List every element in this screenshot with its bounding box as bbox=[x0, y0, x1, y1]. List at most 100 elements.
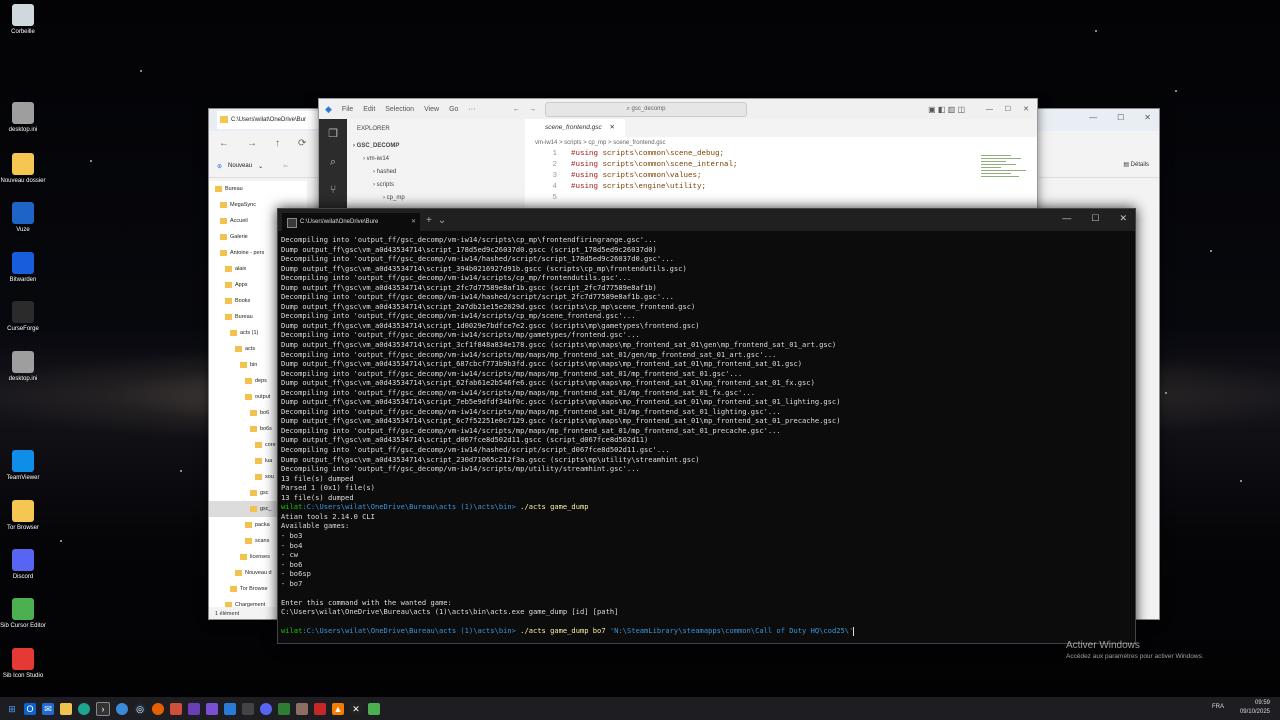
app-icon[interactable] bbox=[314, 702, 326, 715]
file-tree-item-label: hashed bbox=[376, 169, 397, 175]
tree-item[interactable]: Bureau bbox=[209, 181, 307, 197]
maximize-button[interactable]: ☐ bbox=[1117, 113, 1124, 122]
layout-icons[interactable]: ▣ ◧ ▥ ◫ bbox=[928, 105, 965, 114]
menu-item[interactable]: File bbox=[342, 106, 353, 113]
desktop-shortcut[interactable]: desktop.ini bbox=[0, 351, 46, 382]
editor-tab[interactable]: scene_frontend.gsc ✕ bbox=[525, 119, 625, 137]
desktop-shortcut[interactable]: Corbeille bbox=[0, 4, 46, 35]
terminal-line: Decompiling into 'output_ff/gsc_decomp/v… bbox=[281, 425, 781, 435]
minimap[interactable] bbox=[981, 153, 1031, 213]
line-number: 1 bbox=[552, 150, 557, 158]
clock[interactable]: 09:59 09/10/2025 bbox=[1240, 699, 1270, 717]
language-indicator[interactable]: FRA bbox=[1212, 704, 1224, 710]
steam-icon[interactable]: ◎ bbox=[134, 702, 146, 715]
new-tab-button[interactable]: + bbox=[426, 215, 432, 226]
app-icon[interactable] bbox=[278, 702, 290, 715]
desktop-shortcut[interactable]: Bitwarden bbox=[0, 252, 46, 283]
desktop-shortcut[interactable]: Tor Browser bbox=[0, 500, 46, 531]
source-control-icon[interactable]: ⑂ bbox=[326, 183, 340, 197]
details-button[interactable]: ▤ Détails bbox=[1123, 161, 1149, 168]
vscode-titlebar: ◆ File Edit Selection View Go ··· ← → ⌕ gsc_d… bbox=[319, 99, 1037, 119]
minimize-button[interactable]: — bbox=[1089, 113, 1097, 122]
app-icon[interactable] bbox=[242, 702, 254, 715]
tree-item-label: scans bbox=[255, 538, 270, 544]
prompt-line[interactable]: wilat:C:\Users\wilat\OneDrive\Bureau\act… bbox=[281, 626, 1135, 636]
back-arrow-icon[interactable]: ← bbox=[513, 106, 520, 113]
editor-tab-label: scene_frontend.gsc bbox=[545, 124, 602, 131]
up-arrow-icon[interactable]: ↑ bbox=[275, 138, 280, 149]
menu-item[interactable]: Selection bbox=[385, 106, 414, 113]
explorer-icon[interactable]: ❐ bbox=[326, 127, 340, 141]
minimize-button[interactable]: — bbox=[986, 106, 993, 113]
details-label: Détails bbox=[1130, 162, 1149, 168]
firefox-icon[interactable] bbox=[152, 702, 164, 715]
terminal-icon[interactable]: › bbox=[96, 701, 110, 716]
close-button[interactable]: ✕ bbox=[1023, 105, 1029, 113]
command-center-search[interactable]: ⌕ gsc_decomp bbox=[545, 102, 747, 117]
chrome-icon[interactable] bbox=[116, 702, 128, 715]
desktop-shortcut[interactable]: CurseForge bbox=[0, 301, 46, 332]
maximize-button[interactable]: ☐ bbox=[1005, 105, 1011, 113]
close-icon[interactable]: ✕ bbox=[610, 124, 615, 131]
file-tree-item[interactable]: › vm-iw14 bbox=[347, 153, 525, 166]
refresh-icon[interactable]: ⟳ bbox=[298, 138, 306, 149]
menu-item[interactable]: ··· bbox=[468, 106, 475, 113]
tree-item-label: acts (1) bbox=[240, 330, 259, 336]
desktop-shortcut[interactable]: TeamViewer bbox=[0, 450, 46, 481]
folder-icon bbox=[220, 233, 227, 240]
start-icon[interactable]: ⊞ bbox=[6, 703, 18, 715]
vlc-icon[interactable]: ▲ bbox=[332, 702, 344, 715]
code-editor[interactable]: 1 #using scripts\common\scene_debug; 2 #usi… bbox=[525, 149, 1037, 204]
desktop-shortcut[interactable]: Nouveau dossier bbox=[0, 153, 46, 184]
menu-item[interactable]: View bbox=[424, 106, 439, 113]
file-tree-item[interactable]: › cp_mp bbox=[347, 192, 525, 205]
new-button[interactable]: Nouveau bbox=[228, 163, 252, 169]
code-keyword: #using bbox=[571, 172, 599, 180]
file-tree-item[interactable]: › scripts bbox=[347, 179, 525, 192]
minimize-button[interactable]: — bbox=[1062, 213, 1071, 224]
file-icon bbox=[12, 351, 34, 373]
terminal-output[interactable]: Decompiling into 'output_ff/gsc_decomp/v… bbox=[278, 231, 1135, 636]
line-number: 3 bbox=[552, 172, 557, 180]
explorer-icon[interactable] bbox=[60, 702, 72, 715]
folder-icon bbox=[220, 201, 227, 208]
cut-icon[interactable]: ✂ bbox=[283, 163, 288, 170]
discord-icon[interactable] bbox=[260, 702, 272, 715]
forward-arrow-icon[interactable]: → bbox=[247, 138, 257, 149]
app-icon[interactable] bbox=[296, 702, 308, 715]
desktop-shortcut[interactable]: Sib Cursor Editor bbox=[0, 598, 46, 629]
terminal-window[interactable]: C:\Users\wilat\OneDrive\Bure ✕ + ⌄ — ☐ ✕… bbox=[277, 208, 1136, 644]
outlook-icon[interactable]: O bbox=[24, 702, 36, 715]
terminal-line: Enter this command with the wanted game: bbox=[281, 597, 452, 607]
folder-icon bbox=[245, 521, 252, 528]
forward-arrow-icon[interactable]: → bbox=[529, 106, 536, 113]
explorer-tab[interactable]: C:\Users\wilat\OneDrive\Bur bbox=[217, 111, 331, 129]
tree-item-label: Antoine - pers bbox=[230, 250, 265, 256]
app-icon[interactable] bbox=[170, 702, 182, 715]
close-icon[interactable]: ✕ bbox=[411, 213, 416, 231]
app-icon[interactable] bbox=[188, 702, 200, 715]
edge-icon[interactable] bbox=[78, 702, 90, 715]
desktop-shortcut[interactable]: Sib Icon Studio bbox=[0, 648, 46, 679]
menu-item[interactable]: Go bbox=[449, 106, 458, 113]
vscode-icon[interactable] bbox=[224, 702, 236, 715]
maximize-button[interactable]: ☐ bbox=[1091, 213, 1099, 224]
desktop-shortcut[interactable]: desktop.ini bbox=[0, 102, 46, 133]
desktop-shortcut[interactable]: Vuze bbox=[0, 202, 46, 233]
search-icon[interactable]: ⌕ bbox=[326, 155, 340, 169]
close-button[interactable]: ✕ bbox=[1144, 113, 1151, 122]
terminal-tab[interactable]: C:\Users\wilat\OneDrive\Bure ✕ bbox=[282, 213, 420, 231]
menu-item[interactable]: Edit bbox=[363, 106, 375, 113]
back-arrow-icon[interactable]: ← bbox=[219, 138, 229, 149]
mail-icon[interactable]: ✉ bbox=[42, 702, 54, 715]
clock-time: 09:59 bbox=[1254, 700, 1270, 706]
vscode-window[interactable]: ◆ File Edit Selection View Go ··· ← → ⌕ gsc_d… bbox=[318, 98, 1038, 220]
desktop-shortcut[interactable]: Discord bbox=[0, 549, 46, 580]
minecraft-icon[interactable] bbox=[368, 702, 380, 715]
visual-studio-icon[interactable] bbox=[206, 702, 218, 715]
app-icon[interactable]: ✕ bbox=[350, 702, 362, 715]
chevron-down-icon[interactable]: ⌄ bbox=[438, 215, 446, 226]
close-button[interactable]: ✕ bbox=[1119, 213, 1127, 224]
file-tree-item[interactable]: › hashed bbox=[347, 166, 525, 179]
file-tree-item[interactable]: › GSC_DECOMP bbox=[347, 140, 525, 153]
